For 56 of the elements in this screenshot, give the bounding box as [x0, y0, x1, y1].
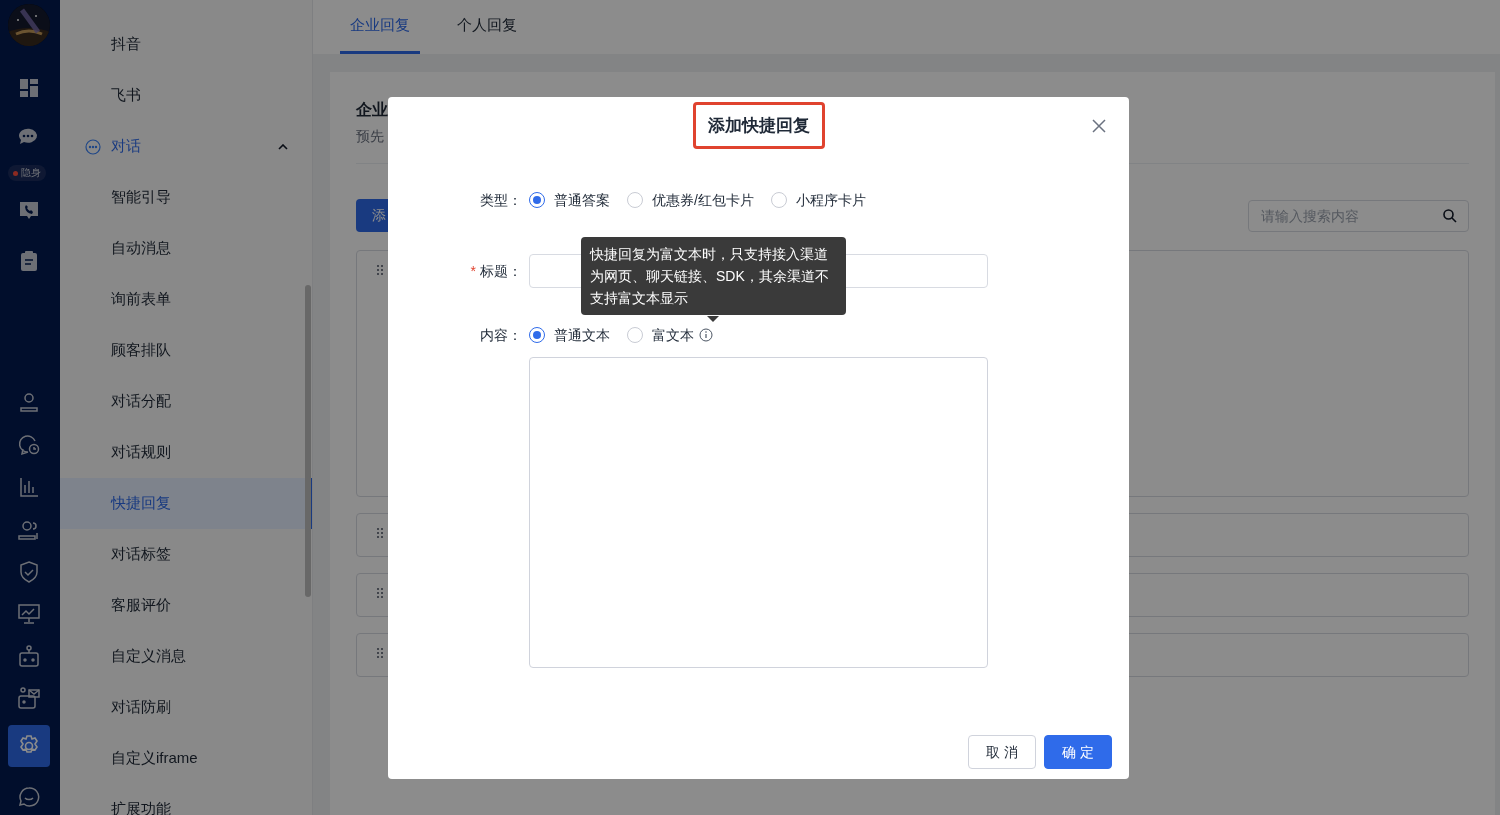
card-title: 企业: [356, 101, 388, 118]
drag-handle-icon[interactable]: [377, 648, 383, 658]
field-label: 内容：: [480, 325, 522, 345]
info-icon[interactable]: [699, 328, 713, 342]
grid-icon: [19, 78, 39, 98]
close-icon[interactable]: [1092, 119, 1106, 133]
sidebar-group[interactable]: 对话: [60, 121, 312, 172]
scrollbar-thumb[interactable]: [305, 285, 311, 597]
group-label: 对话: [111, 136, 142, 157]
sidebar-item[interactable]: 快捷回复: [60, 478, 312, 529]
radio-option[interactable]: 普通答案: [529, 189, 610, 211]
drag-handle-icon[interactable]: [377, 265, 383, 275]
robot-icon: [19, 645, 39, 667]
chat-bubble-icon: [18, 786, 40, 808]
drag-handle-icon[interactable]: [377, 588, 383, 598]
sidebar-item[interactable]: 对话分配: [60, 376, 312, 427]
chat-clock-icon: [18, 434, 40, 456]
status-badge: 隐身: [8, 165, 46, 181]
sidebar-item[interactable]: 飞书: [60, 70, 312, 121]
radio-option[interactable]: 普通文本: [529, 324, 610, 346]
clipboard-icon: [20, 250, 38, 272]
users-icon: [18, 520, 40, 540]
tab[interactable]: 企业回复: [340, 0, 420, 54]
chat-icon: [85, 138, 101, 155]
dialog-title: 添加快捷回复: [692, 102, 825, 149]
card-description: 预先: [356, 127, 385, 146]
sidebar-item[interactable]: 自动消息: [60, 223, 312, 274]
radio-option[interactable]: 小程序卡片: [770, 189, 866, 211]
shield-icon: [19, 561, 39, 583]
bar-chart-icon: [19, 477, 39, 497]
cancel-button[interactable]: 取 消: [968, 735, 1037, 769]
search-icon[interactable]: [1443, 208, 1457, 223]
confirm-button[interactable]: 确 定: [1044, 735, 1112, 769]
sidebar-item[interactable]: 自定义iframe: [60, 733, 312, 784]
field-label: 类型：: [480, 190, 522, 210]
robot-mail-icon: [18, 687, 40, 709]
sidebar-item[interactable]: 对话标签: [60, 529, 312, 580]
sidebar-item[interactable]: 顾客排队: [60, 325, 312, 376]
sidebar-item[interactable]: 客服评价: [60, 580, 312, 631]
monitor-icon: [18, 604, 40, 624]
sidebar-item[interactable]: 对话规则: [60, 427, 312, 478]
tooltip-arrow-icon: [707, 316, 719, 322]
sidebar-item[interactable]: 智能引导: [60, 172, 312, 223]
rail-button[interactable]: [8, 725, 50, 767]
radio-option[interactable]: 富文本: [627, 324, 713, 346]
required-mark: *: [470, 261, 476, 281]
field-label: 标题：: [480, 261, 522, 281]
sidebar-item[interactable]: 对话防刷: [60, 682, 312, 733]
radio-option[interactable]: 优惠券/红包卡片: [627, 189, 754, 211]
sidebar-item[interactable]: 抖音: [60, 19, 312, 70]
sidebar-item[interactable]: 自定义消息: [60, 631, 312, 682]
tab[interactable]: 个人回复: [447, 0, 527, 54]
sidebar-item[interactable]: 询前表单: [60, 274, 312, 325]
user-icon: [19, 392, 39, 412]
drag-handle-icon[interactable]: [377, 528, 383, 538]
tooltip: 快捷回复为富文本时，只支持接入渠道为网页、聊天链接、SDK，其余渠道不支持富文本显示: [581, 237, 846, 315]
